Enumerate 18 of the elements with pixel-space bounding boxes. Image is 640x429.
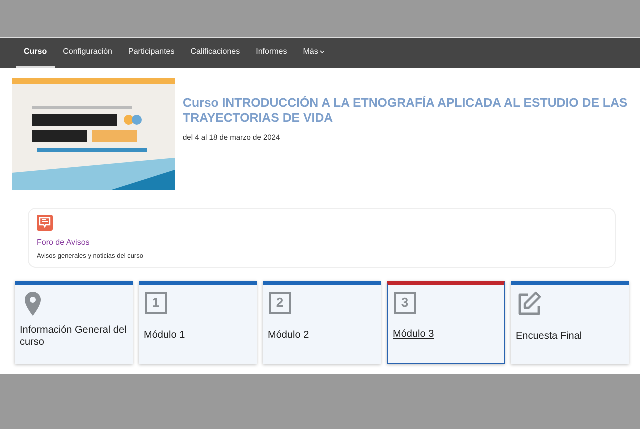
nav-tab[interactable]: Informes bbox=[248, 38, 296, 68]
nav-tab[interactable]: Configuración bbox=[55, 38, 120, 68]
nav-tab[interactable]: Calificaciones bbox=[182, 38, 248, 68]
course-section-tile[interactable]: 3 Módulo 3 bbox=[387, 280, 505, 364]
edit-icon bbox=[516, 290, 542, 317]
course-title: Curso INTRODUCCIÓN A LA ETNOGRAFÍA APLICADA AL ESTUDIO DE LAS TRAYECTORIAS DE VIDA bbox=[183, 96, 628, 126]
nav-tab[interactable]: Más bbox=[295, 38, 334, 68]
number-icon: 2 bbox=[269, 292, 291, 314]
number-icon: 3 bbox=[394, 292, 416, 314]
course-section-tile[interactable]: 1 Módulo 1 bbox=[139, 280, 257, 364]
course-section-tile[interactable]: Información General del curso bbox=[15, 280, 133, 364]
number-icon: 1 bbox=[145, 292, 167, 314]
caret-icon bbox=[320, 50, 326, 54]
nav-tab[interactable]: Participantes bbox=[120, 38, 183, 68]
forum-link[interactable]: Foro de Avisos bbox=[37, 239, 90, 248]
forum-icon bbox=[37, 215, 53, 231]
course-section-tile[interactable]: 2 Módulo 2 bbox=[263, 280, 381, 364]
course-section-tile[interactable]: Encuesta Final bbox=[511, 280, 629, 364]
